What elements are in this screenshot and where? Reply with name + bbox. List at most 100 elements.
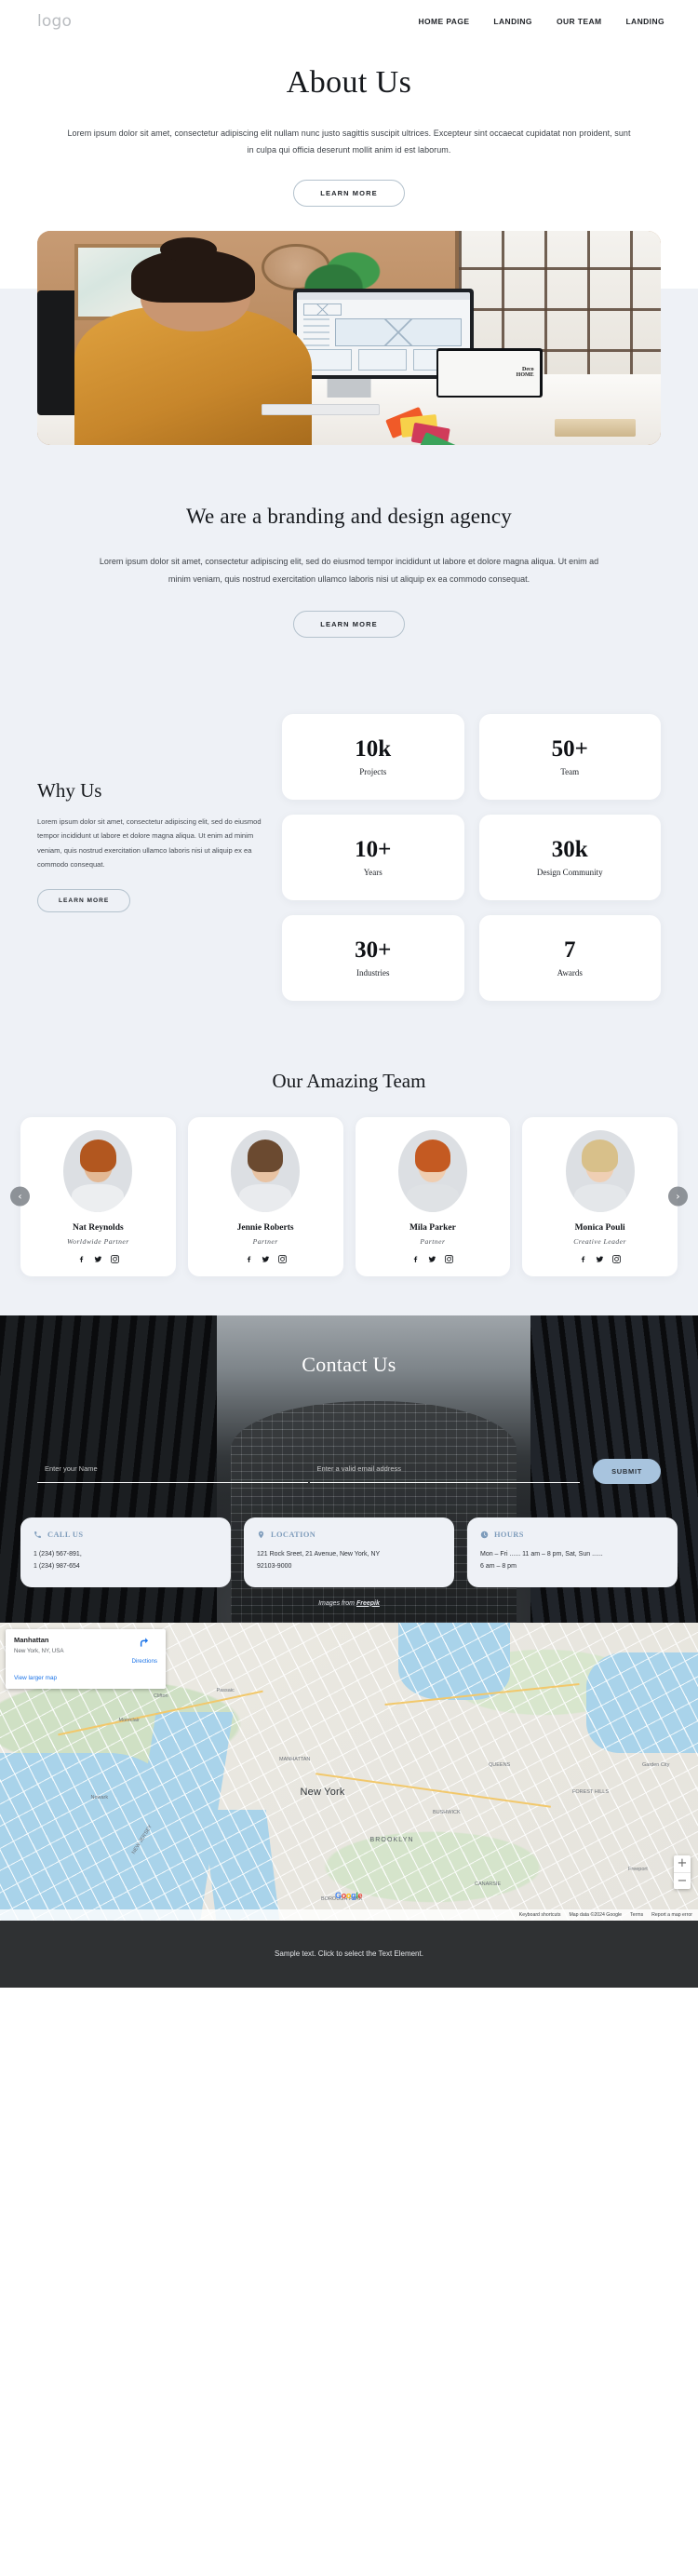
hero-paragraph: Lorem ipsum dolor sit amet, consectetur … (67, 128, 631, 155)
facebook-icon[interactable] (245, 1255, 253, 1263)
map-directions-label: Directions (131, 1657, 157, 1665)
info-card-line: 1 (234) 987-654 (34, 1563, 80, 1571)
stat-label: Years (363, 867, 383, 877)
stat-value: 10k (355, 735, 392, 762)
branding-section: We are a branding and design agency Lore… (0, 454, 698, 690)
report-map-error-link[interactable]: Report a map error (651, 1912, 692, 1918)
image-credit-source[interactable]: Freepik (356, 1600, 380, 1607)
email-field-wrapper (309, 1459, 581, 1484)
nav-item-landing-2[interactable]: LANDING (625, 17, 664, 26)
avatar-shirt (406, 1183, 459, 1212)
social-links (28, 1254, 168, 1263)
why-us-learn-more-button[interactable]: LEARN MORE (37, 888, 131, 912)
nav-item-our-team[interactable]: OUR TEAM (557, 17, 602, 26)
info-card-header: HOURS (480, 1531, 664, 1539)
map-label-bushwick: BUSHWICK (433, 1810, 461, 1816)
twitter-icon[interactable] (94, 1255, 102, 1263)
site-header: logo HOME PAGE LANDING OUR TEAM LANDING (0, 0, 698, 43)
avatar-hair (414, 1140, 451, 1173)
wireframe-card (357, 349, 407, 371)
team-member-name: Jennie Roberts (236, 1222, 294, 1233)
map-label-montclair: Montclair (118, 1718, 140, 1724)
why-us-paragraph: Lorem ipsum dolor sit amet, consectetur … (37, 816, 262, 870)
info-card-header: CALL US (34, 1531, 218, 1539)
info-card-header: LOCATION (257, 1531, 441, 1539)
name-field-wrapper (37, 1459, 308, 1484)
social-links (530, 1254, 670, 1263)
stat-card-awards: 7 Awards (478, 914, 661, 1001)
stat-value: 30k (551, 836, 588, 862)
contact-form: SUBMIT (0, 1458, 698, 1484)
google-logo-letter: G (335, 1890, 342, 1900)
laptop-brand-text: Deco HOME (516, 367, 534, 378)
carousel-next-icon[interactable]: › (668, 1186, 688, 1207)
carousel-prev-icon[interactable]: ‹ (10, 1186, 30, 1207)
team-member-card[interactable]: Jennie Roberts Partner (187, 1116, 343, 1276)
zoom-out-button[interactable]: − (674, 1871, 691, 1889)
footer-sample-text[interactable]: Sample text. Click to select the Text El… (275, 1949, 423, 1958)
email-input[interactable] (309, 1463, 581, 1477)
twitter-icon[interactable] (596, 1255, 604, 1263)
team-member-role: Partner (420, 1236, 446, 1246)
map-section[interactable]: New York BROOKLYN BUSHWICK CANARSIE QUEE… (0, 1622, 698, 1921)
map-card-row: Manhattan New York, NY, USA Directions (14, 1636, 157, 1667)
map-card-text: Manhattan New York, NY, USA (14, 1636, 64, 1654)
nav-item-home-page[interactable]: HOME PAGE (418, 17, 469, 26)
site-logo[interactable]: logo (37, 12, 72, 31)
keyboard-shortcuts-link[interactable]: Keyboard shortcuts (519, 1912, 561, 1918)
nav-item-landing-1[interactable]: LANDING (493, 17, 532, 26)
hero-learn-more-button[interactable]: LEARN MORE (293, 179, 405, 207)
directions-icon (141, 1637, 149, 1647)
stat-value: 7 (564, 937, 576, 963)
team-member-card[interactable]: Monica Pouli Creative Leader (522, 1116, 678, 1276)
map-directions-button[interactable]: Directions (131, 1636, 157, 1667)
contact-info-cards: CALL US 1 (234) 567-891, 1 (234) 987-654… (0, 1484, 698, 1587)
map-zoom-controls: + − (674, 1854, 691, 1889)
stat-label: Design Community (536, 867, 603, 877)
name-input[interactable] (37, 1463, 308, 1477)
laptop-brand-line2: HOME (516, 371, 534, 378)
google-logo: Google (335, 1890, 363, 1900)
why-us-text-column: Why Us Lorem ipsum dolor sit amet, conse… (37, 714, 265, 912)
clock-icon (480, 1531, 489, 1538)
facebook-icon[interactable] (77, 1255, 86, 1263)
twitter-icon[interactable] (428, 1255, 436, 1263)
submit-button[interactable]: SUBMIT (593, 1458, 662, 1484)
keyboard (262, 404, 381, 415)
team-member-card[interactable]: Mila Parker Partner (355, 1116, 511, 1276)
instagram-icon[interactable] (277, 1254, 287, 1263)
info-card-title: HOURS (494, 1530, 524, 1539)
map-view-larger-link[interactable]: View larger map (14, 1675, 157, 1681)
info-card-title: CALL US (47, 1530, 84, 1539)
branding-learn-more-button[interactable]: LEARN MORE (293, 610, 405, 638)
twitter-icon[interactable] (262, 1255, 270, 1263)
team-title: Our Amazing Team (272, 1069, 426, 1092)
instagram-icon[interactable] (110, 1254, 119, 1263)
avatar-hair (247, 1140, 284, 1173)
avatar-hair (582, 1140, 618, 1173)
team-section: Our Amazing Team ‹ › Nat Reynolds Worldw… (0, 1038, 698, 1315)
zoom-in-button[interactable]: + (674, 1855, 691, 1872)
stat-value: 30+ (355, 937, 392, 963)
team-member-card[interactable]: Nat Reynolds Worldwide Partner (20, 1116, 176, 1276)
facebook-icon[interactable] (411, 1255, 420, 1263)
branding-wrapper: We are a branding and design agency Lore… (0, 453, 698, 1315)
stat-card-team: 50+ Team (478, 713, 661, 800)
instagram-icon[interactable] (445, 1254, 454, 1263)
page-root: logo HOME PAGE LANDING OUR TEAM LANDING … (0, 0, 698, 1988)
why-us-title: Why Us (37, 778, 102, 802)
contact-title: Contact Us (302, 1352, 396, 1376)
hero-section: About Us Lorem ipsum dolor sit amet, con… (0, 43, 698, 231)
map-label-passaic: Passaic (216, 1688, 235, 1694)
terms-link[interactable]: Terms (630, 1912, 643, 1918)
wireframe-hero-box (334, 318, 462, 346)
why-us-section: Why Us Lorem ipsum dolor sit amet, conse… (0, 690, 698, 1038)
instagram-icon[interactable] (612, 1254, 622, 1263)
map-label-brooklyn: BROOKLYN (369, 1837, 414, 1844)
team-member-role: Creative Leader (573, 1236, 627, 1246)
stat-value: 50+ (551, 735, 588, 762)
facebook-icon[interactable] (579, 1255, 587, 1263)
avatar-shirt (72, 1183, 125, 1212)
map-label-manhattan: MANHATTAN (279, 1756, 311, 1762)
main-nav: HOME PAGE LANDING OUR TEAM LANDING (418, 17, 664, 26)
